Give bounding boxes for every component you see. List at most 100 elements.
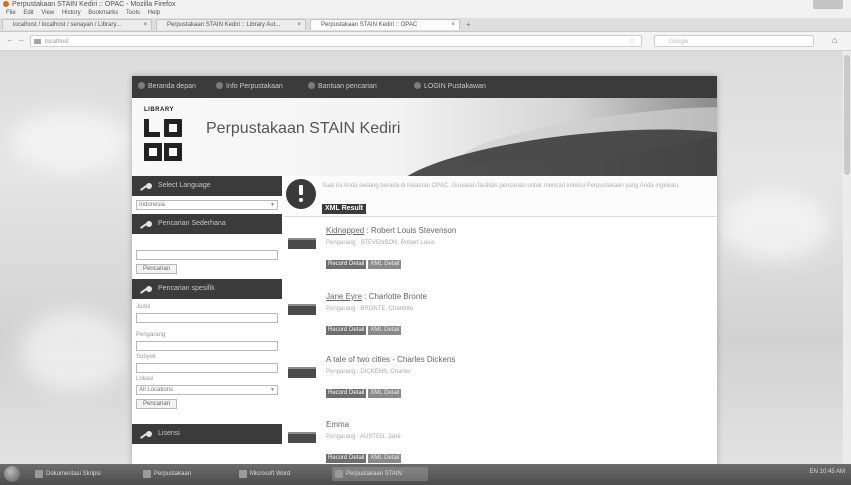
sidebar: Select Language Indonesia ▼ Pencarian Sed… xyxy=(132,176,282,464)
xml-detail-button[interactable]: XML Detail xyxy=(368,454,402,463)
result-title[interactable]: Emma xyxy=(326,420,349,429)
title-link[interactable]: Emma xyxy=(326,420,349,429)
pin-icon xyxy=(146,183,152,189)
forward-icon[interactable]: → xyxy=(17,35,25,44)
title-link[interactable]: A tale of two cities xyxy=(326,355,390,364)
result-title[interactable]: Kidnapped : Robert Louis Stevenson xyxy=(326,226,456,235)
author-label: Pengarang xyxy=(136,332,166,338)
tab-label: localhost / localhost / senayan / Librar… xyxy=(13,22,121,28)
result-author: Charles Dickens xyxy=(397,355,456,364)
result-title[interactable]: A tale of two cities - Charles Dickens xyxy=(326,355,455,364)
taskbar-item[interactable]: Perpustakaan STAIN xyxy=(332,467,428,481)
list-item: A tale of two cities - Charles Dickens P… xyxy=(284,355,717,413)
logo-small-text: LIBRARY xyxy=(144,107,174,113)
xml-detail-button[interactable]: XML Detail xyxy=(368,260,402,269)
window-title: Perpustakaan STAIN Kediri :: OPAC - Mozi… xyxy=(12,1,176,8)
book-cover-icon xyxy=(288,304,316,315)
title-link[interactable]: Kidnapped xyxy=(326,226,364,235)
language-select[interactable]: Indonesia ▼ xyxy=(136,200,278,210)
close-icon[interactable]: × xyxy=(297,20,301,30)
info-icon xyxy=(216,82,223,89)
folder-icon xyxy=(35,470,43,478)
xml-detail-button[interactable]: XML Detail xyxy=(368,326,402,335)
address-bar[interactable]: localhost ☆ xyxy=(30,35,642,47)
xml-result-button[interactable]: XML Result xyxy=(322,204,366,214)
info-icon xyxy=(286,179,316,209)
chevron-down-icon: ▼ xyxy=(270,202,275,208)
record-detail-button[interactable]: Record Detail xyxy=(326,326,367,335)
search-placeholder: Google xyxy=(669,39,689,45)
close-icon[interactable]: × xyxy=(451,20,455,30)
library-logo: LIBRARY xyxy=(140,107,200,165)
firefox-icon xyxy=(143,470,151,478)
menu-bookmarks[interactable]: Bookmarks xyxy=(88,10,118,16)
back-icon[interactable]: ← xyxy=(6,35,14,44)
simple-search-input[interactable] xyxy=(136,250,278,260)
simple-search-button[interactable]: Pencarian xyxy=(136,264,178,274)
pin-icon xyxy=(146,286,152,292)
start-button[interactable] xyxy=(4,466,20,482)
menu-help[interactable]: Help xyxy=(148,10,160,16)
background-cloud xyxy=(720,191,830,261)
logo-mark xyxy=(142,115,186,163)
window-controls[interactable] xyxy=(813,0,843,9)
result-actions: Record Detail XML Detail xyxy=(326,252,403,270)
bookmark-star-icon[interactable]: ☆ xyxy=(629,36,635,48)
search-bar[interactable]: Google xyxy=(654,35,814,47)
system-tray: EN 10:45 AM xyxy=(809,469,845,475)
location-label: Lokasi xyxy=(136,376,154,382)
home-icon[interactable]: ⌂ xyxy=(832,35,837,45)
menu-view[interactable]: View xyxy=(41,10,54,16)
background-cloud xyxy=(20,311,130,391)
result-actions: Record Detail XML Detail xyxy=(326,318,403,336)
xml-detail-button[interactable]: XML Detail xyxy=(368,389,402,398)
chevron-down-icon: ▼ xyxy=(270,387,275,393)
close-icon[interactable]: × xyxy=(143,20,147,30)
license-header: Lisensi xyxy=(132,424,282,444)
record-detail-button[interactable]: Record Detail xyxy=(326,389,367,398)
list-item: Emma Pengarang : AUSTEN, Jane Record Det… xyxy=(284,420,717,464)
menu-tools[interactable]: Tools xyxy=(126,10,140,16)
record-detail-button[interactable]: Record Detail xyxy=(326,260,367,269)
taskbar-item[interactable]: Microsoft Word xyxy=(236,467,328,481)
menu-file[interactable]: File xyxy=(6,10,16,16)
title-input[interactable] xyxy=(136,313,278,323)
site-top-nav: Beranda depan Info Perpustakaan Bantuan … xyxy=(132,76,717,98)
scrollbar-thumb[interactable] xyxy=(844,55,850,175)
nav-login[interactable]: LOGIN Pustakawan xyxy=(414,82,486,90)
tab-bar: localhost / localhost / senayan / Librar… xyxy=(0,18,851,32)
tab-phpmyadmin[interactable]: localhost / localhost / senayan / Librar… xyxy=(2,19,152,30)
menu-edit[interactable]: Edit xyxy=(23,10,33,16)
nav-beranda[interactable]: Beranda depan xyxy=(138,82,196,90)
book-cover-icon xyxy=(288,432,316,443)
author-input[interactable] xyxy=(136,341,278,351)
taskbar-label: Perpustakaan STAIN xyxy=(346,471,402,477)
result-actions: Record Detail XML Detail xyxy=(326,381,403,399)
nav-info[interactable]: Info Perpustakaan xyxy=(216,82,283,90)
new-tab-icon[interactable]: + xyxy=(466,19,471,30)
tab-opac[interactable]: Perpustakaan STAIN Kediri :: OPAC × xyxy=(310,19,460,30)
specific-search-button[interactable]: Pencarian xyxy=(136,399,178,409)
select-value: Indonesia xyxy=(139,202,166,208)
section-title: Pencarian Sederhana xyxy=(158,220,226,227)
info-text: Saat ini Anda sedang berada di halaman O… xyxy=(322,183,680,189)
record-detail-button[interactable]: Record Detail xyxy=(326,454,367,463)
nav-label: LOGIN Pustakawan xyxy=(424,83,486,90)
site-title: Perpustakaan STAIN Kediri xyxy=(206,120,401,137)
subject-input[interactable] xyxy=(136,363,278,373)
taskbar-item[interactable]: Perpustakaan xyxy=(140,467,232,481)
menu-history[interactable]: History xyxy=(62,10,81,16)
title-label: Judul xyxy=(136,304,151,310)
result-title[interactable]: Jane Eyre : Charlotte Bronte xyxy=(326,292,427,301)
taskbar-item[interactable]: Dokumentasi Skripsi xyxy=(32,467,136,481)
nav-label: Info Perpustakaan xyxy=(226,83,283,90)
vertical-scrollbar[interactable] xyxy=(843,51,851,464)
tab-library-admin[interactable]: Perpustakaan STAIN Kediri :: Library Aut… xyxy=(156,19,306,30)
title-link[interactable]: Jane Eyre xyxy=(326,292,362,301)
site-favicon-icon xyxy=(34,39,41,44)
result-author: Charlotte Bronte xyxy=(368,292,427,301)
nav-label: Beranda depan xyxy=(148,83,196,90)
location-select[interactable]: All Locations ▼ xyxy=(136,385,278,395)
taskbar-label: Perpustakaan xyxy=(154,471,192,477)
nav-bantuan[interactable]: Bantuan pencarian xyxy=(308,82,377,90)
